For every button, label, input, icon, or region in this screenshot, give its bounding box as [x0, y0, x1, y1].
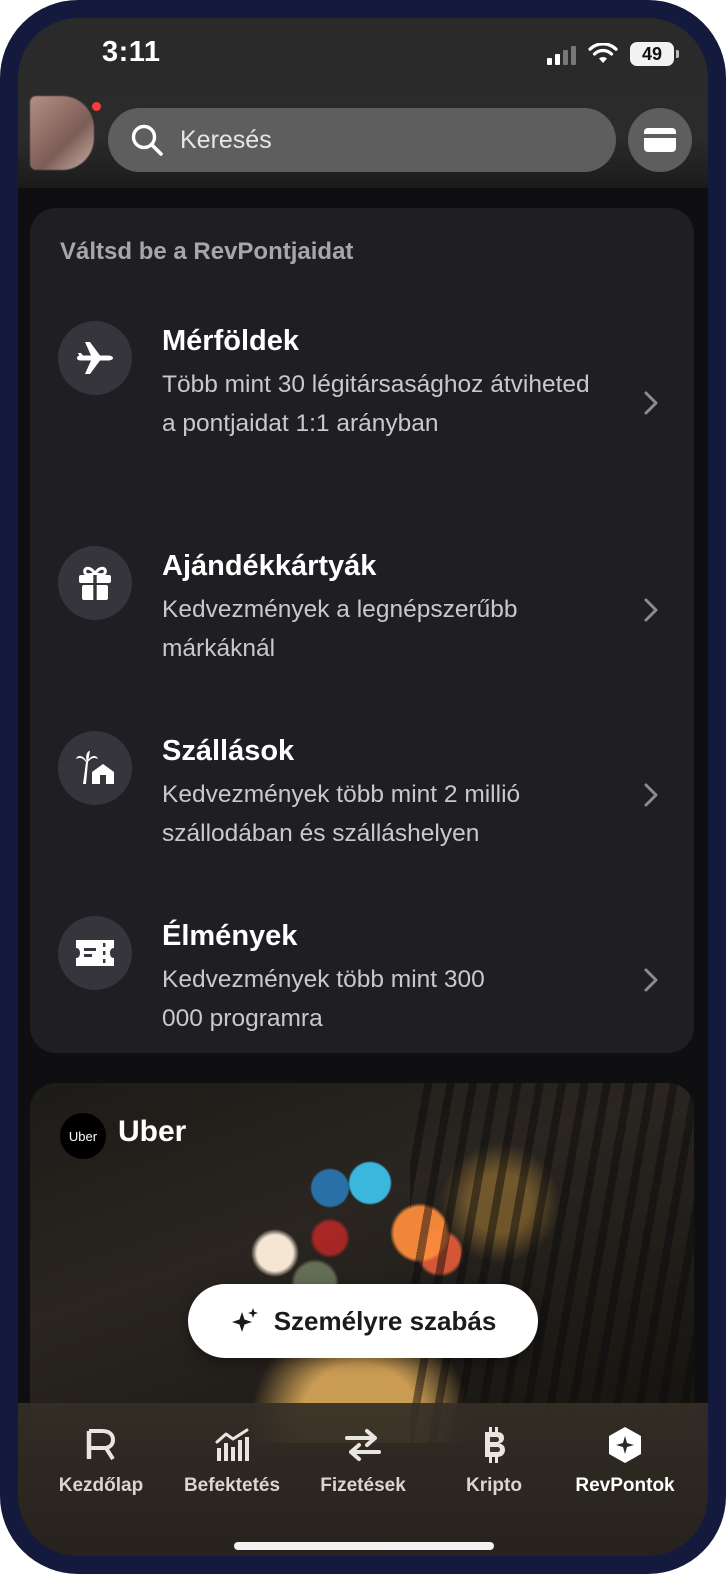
airplane-icon: [77, 342, 113, 374]
uber-promo-card[interactable]: Uber Uber: [30, 1083, 694, 1443]
reward-item-experiences[interactable]: Élmények Kedvezmények több mint 300 000 …: [30, 898, 694, 1038]
reward-title: Élmények: [162, 920, 298, 952]
signal-icon: [547, 43, 576, 65]
reward-item-stays[interactable]: Szállások Kedvezmények több mint 2 milli…: [30, 713, 694, 853]
tab-label: Befektetés: [183, 1475, 281, 1496]
ticket-icon: [76, 940, 114, 966]
search-placeholder: Keresés: [180, 125, 272, 154]
customize-label: Személyre szabás: [273, 1305, 497, 1336]
chevron-right-icon: [644, 968, 658, 992]
tab-invest[interactable]: Befektetés: [163, 1403, 301, 1503]
avatar[interactable]: [30, 96, 94, 170]
status-time: 3:11: [102, 36, 161, 68]
chevron-right-icon: [644, 391, 658, 415]
chart-bars-icon: [215, 1428, 249, 1461]
ticket-icon-circle: [58, 916, 132, 990]
gift-icon: [79, 566, 111, 600]
palm-house-icon-circle: [58, 731, 132, 805]
tab-crypto[interactable]: Kripto: [425, 1403, 563, 1503]
reward-item-miles[interactable]: Mérföldek Több mint 30 légitársasághoz á…: [30, 303, 694, 478]
cards-button[interactable]: [628, 108, 692, 172]
chevron-right-icon: [644, 598, 658, 622]
tab-label: RevPontok: [575, 1475, 675, 1496]
wifi-icon: [588, 43, 618, 63]
reward-description: Kedvezmények a legnépszerűbb márkáknál: [162, 596, 518, 662]
notification-dot: [92, 102, 101, 111]
section-title: Váltsd be a RevPontjaidat: [60, 238, 354, 265]
reward-title: Szállások: [162, 735, 295, 767]
uber-logo: Uber: [60, 1113, 106, 1159]
revpoints-redeem-panel: Váltsd be a RevPontjaidat Mérföldek Több…: [30, 208, 694, 1053]
sparkles-icon: [231, 1308, 258, 1332]
reward-description: Több mint 30 légitársasághoz átviheted a…: [162, 371, 590, 437]
revolut-r-icon: [86, 1429, 115, 1461]
gift-icon-circle: [58, 546, 132, 620]
bitcoin-icon: [485, 1427, 505, 1463]
search-icon: [131, 124, 163, 156]
search-input[interactable]: Keresés: [108, 108, 616, 172]
status-icons: 49: [547, 42, 679, 66]
reward-title: Mérföldek: [162, 325, 299, 357]
reward-item-gift-cards[interactable]: Ajándékkártyák Kedvezmények a legnépszer…: [30, 528, 694, 668]
tab-revpoints[interactable]: RevPontok: [556, 1403, 694, 1503]
promo-brand-name: Uber: [118, 1115, 187, 1148]
tab-bar: Kezdőlap Befektetés Fizetések Kripto Rev…: [18, 1403, 708, 1556]
card-icon: [644, 128, 676, 152]
reward-title: Ajándékkártyák: [162, 550, 377, 582]
reward-description: Kedvezmények több mint 2 millió szállodá…: [162, 781, 521, 847]
phone-frame: 3:11 49 Keresés Váltsd be a RevPontjaida…: [0, 0, 726, 1574]
tab-payments[interactable]: Fizetések: [294, 1403, 432, 1503]
airplane-icon-circle: [58, 321, 132, 395]
home-indicator: [234, 1542, 494, 1550]
tab-label: Kezdőlap: [58, 1475, 144, 1496]
promo-photo-overlay: [410, 1083, 694, 1443]
reward-description: Kedvezmények több mint 300 000 programra: [162, 966, 485, 1032]
tab-home[interactable]: Kezdőlap: [32, 1403, 170, 1503]
customize-button[interactable]: Személyre szabás: [188, 1284, 538, 1358]
revpoints-hexagon-icon: [609, 1427, 641, 1463]
transfer-arrows-icon: [345, 1429, 381, 1461]
tab-label: Fizetések: [320, 1475, 406, 1496]
battery-icon: 49: [630, 42, 679, 66]
screen: 3:11 49 Keresés Váltsd be a RevPontjaida…: [18, 18, 708, 1556]
tab-label: Kripto: [466, 1475, 522, 1496]
palm-house-icon: [76, 751, 114, 784]
chevron-right-icon: [644, 783, 658, 807]
